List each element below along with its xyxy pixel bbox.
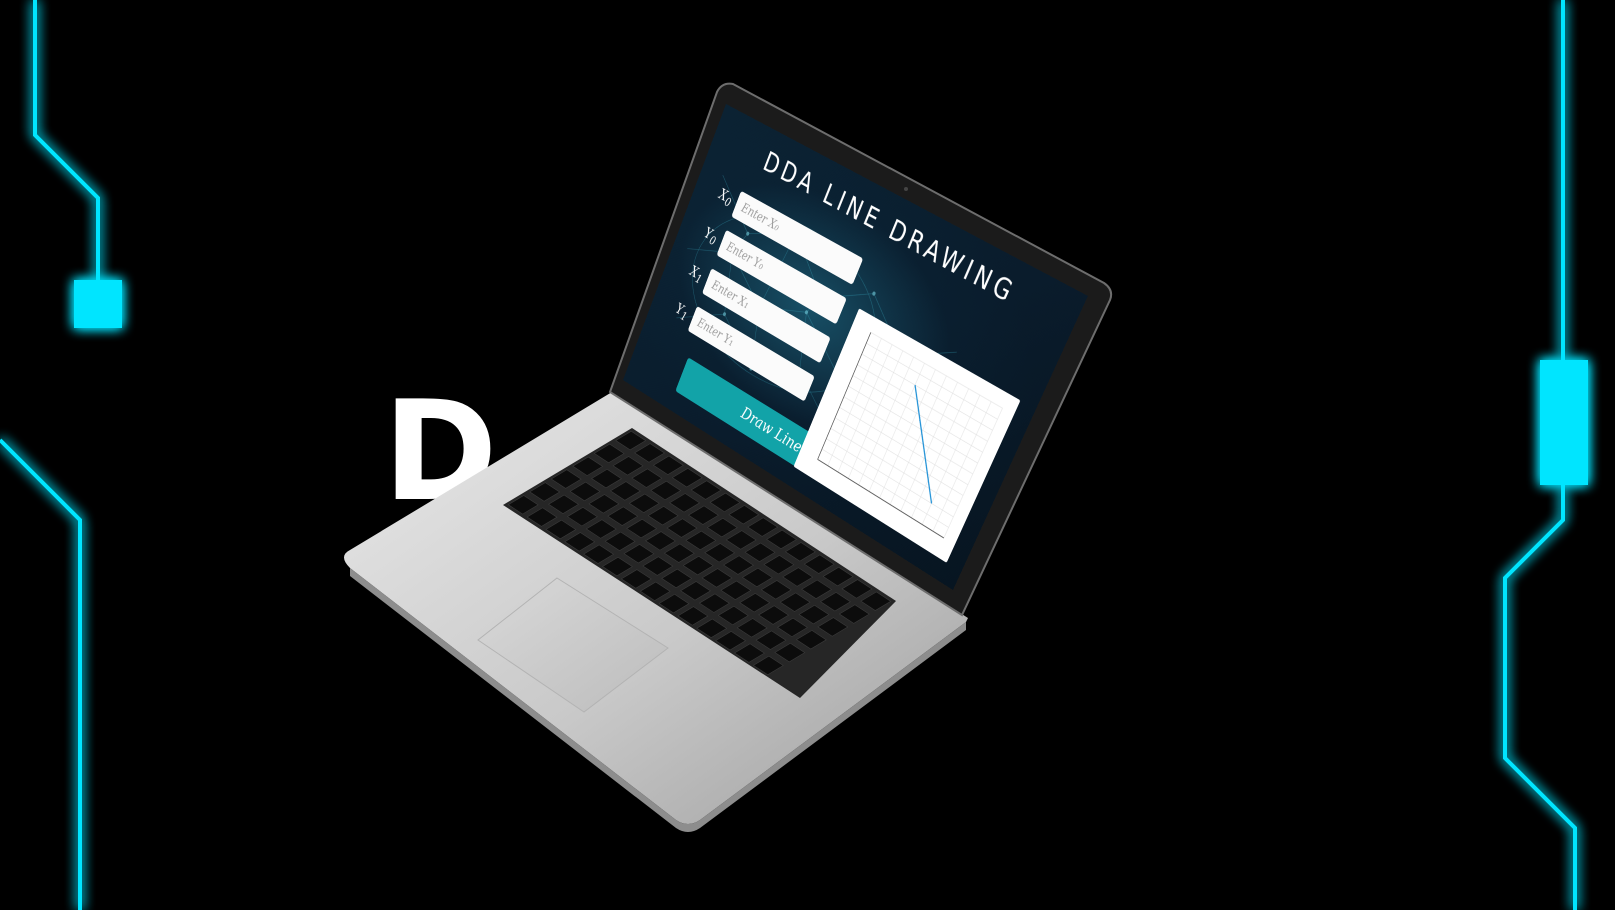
series-line: [878, 385, 970, 503]
keyboard-key: [546, 520, 576, 539]
keyboard-key: [681, 581, 711, 600]
keyboard-key: [761, 581, 791, 600]
keyboard-key: [799, 605, 829, 624]
keyboard-key: [670, 494, 700, 513]
keyboard-key: [605, 532, 635, 551]
grid-line-x: [890, 376, 946, 505]
keyboard-key: [549, 495, 579, 514]
keyboard-key: [570, 482, 600, 501]
keyboard-key: [775, 643, 805, 662]
keyboard-key: [742, 568, 772, 587]
keyboard-key: [699, 594, 729, 613]
keyboard-key: [756, 631, 786, 650]
keyboard-key: [748, 518, 778, 537]
keyboard-key: [632, 469, 662, 488]
keyboard-key: [718, 606, 748, 625]
keyboard-key: [629, 494, 659, 513]
keyboard-key: [586, 520, 616, 539]
keyboard-key: [648, 506, 678, 525]
grid-line-x: [869, 363, 924, 491]
keyboard-key: [565, 533, 595, 552]
keyboard-key: [759, 606, 789, 625]
keyboard-key: [726, 531, 756, 550]
keyboard-key: [753, 656, 783, 675]
keyboard-key: [785, 542, 815, 561]
keyboard-key: [627, 519, 657, 538]
keyboard-key: [804, 555, 834, 574]
keyboard-key: [530, 483, 560, 502]
keyboard-key: [643, 557, 673, 576]
keyboard-key: [678, 607, 708, 626]
keyboard-key: [683, 556, 713, 575]
keyboard-key: [508, 495, 538, 514]
keyboard-key: [646, 532, 676, 551]
keyboard-key: [702, 569, 732, 588]
keyboard-key: [721, 581, 751, 600]
keyboard-key: [608, 507, 638, 526]
keyboard-key: [778, 618, 808, 637]
keyboard-key: [818, 618, 848, 637]
grid-line-x: [880, 370, 936, 498]
keyboard-key: [686, 531, 716, 550]
keyboard-key: [689, 506, 719, 525]
keyboard-key: [651, 481, 681, 500]
keyboard-key: [610, 482, 640, 501]
keyboard-key: [707, 518, 737, 537]
keyboard-key: [659, 594, 689, 613]
keyboard-key: [616, 431, 646, 450]
keyboard-key: [737, 619, 767, 638]
keyboard-key: [767, 530, 797, 549]
grid-line-x: [838, 345, 892, 472]
keyboard-key: [735, 644, 765, 663]
keyboard-key: [745, 543, 775, 562]
keyboard-key: [527, 508, 557, 527]
keyboard-key: [567, 507, 597, 526]
keyboard-key: [839, 605, 869, 624]
keyboard-key: [635, 444, 665, 463]
keyboard-key: [662, 569, 692, 588]
keyboard-key: [653, 456, 683, 475]
keyboard-key: [764, 555, 794, 574]
keyboard-key: [691, 481, 721, 500]
keyboard-key: [592, 469, 622, 488]
keyboard-key: [823, 567, 853, 586]
keyboard-key: [667, 519, 697, 538]
grid-line-x: [859, 357, 914, 485]
grid-line-x: [901, 382, 958, 511]
keyboard-key: [613, 456, 643, 475]
keyboard-key: [624, 544, 654, 563]
keyboard-key: [621, 570, 651, 589]
keyboard-key: [664, 544, 694, 563]
laptop: DDA Line Drawing X0 Y0 X1 Y1 Draw Line: [0, 0, 1615, 910]
keyboard-key: [861, 592, 891, 611]
keyboard-key: [697, 619, 727, 638]
keyboard-key: [584, 545, 614, 564]
keyboard-key: [594, 444, 624, 463]
keyboard-key: [724, 556, 754, 575]
keyboard-key: [783, 568, 813, 587]
keyboard-key: [740, 593, 770, 612]
keyboard-key: [573, 457, 603, 476]
keyboard-key: [716, 631, 746, 650]
keyboard-key: [672, 468, 702, 487]
keyboard-key: [729, 505, 759, 524]
keyboard-key: [640, 582, 670, 601]
grid-line-x: [922, 395, 980, 524]
keyboard-key: [710, 493, 740, 512]
keyboard-key: [821, 592, 851, 611]
keyboard-key: [842, 580, 872, 599]
keyboard-key: [551, 470, 581, 489]
grid-line-x: [911, 389, 968, 518]
keyboard-key: [589, 494, 619, 513]
keyboard-key: [796, 630, 826, 649]
keyboard-key: [705, 543, 735, 562]
grid-line-x: [848, 351, 903, 479]
keyboard-key: [603, 557, 633, 576]
keyboard-key: [780, 593, 810, 612]
keyboard-key: [802, 580, 832, 599]
